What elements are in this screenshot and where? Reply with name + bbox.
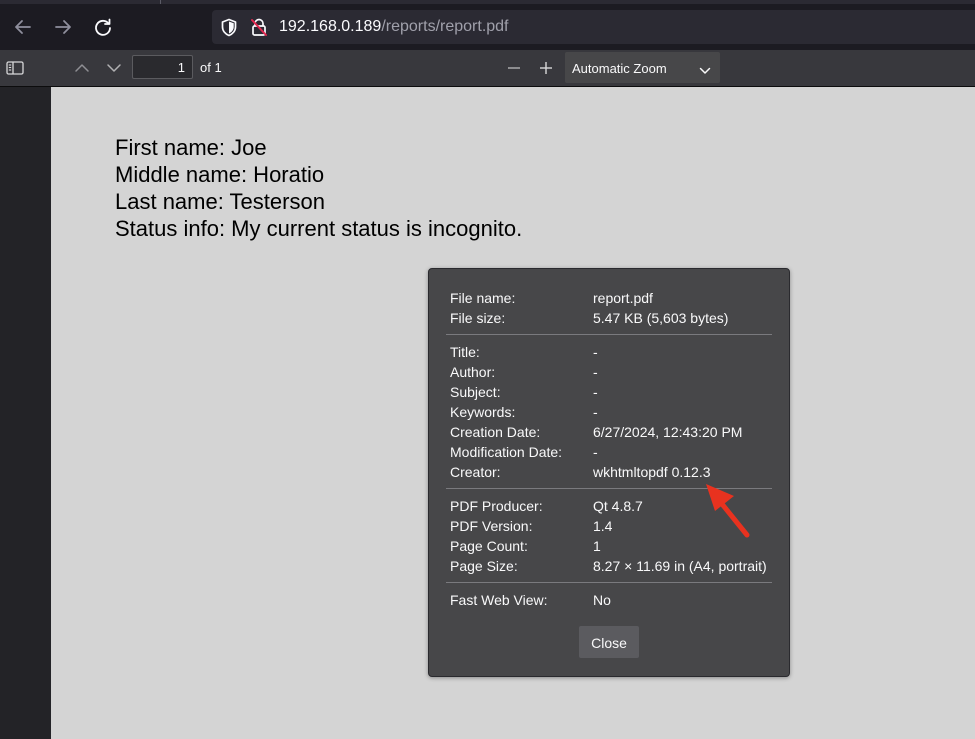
property-label: PDF Producer: <box>450 498 543 514</box>
property-value: 6/27/2024, 12:43:20 PM <box>593 424 743 440</box>
sidebar-toggle-button[interactable] <box>4 58 26 78</box>
property-value: 5.47 KB (5,603 bytes) <box>593 310 729 326</box>
property-label: Keywords: <box>450 404 516 420</box>
document-line: First name: Joe <box>115 135 267 160</box>
page-number-input[interactable]: 1 <box>132 55 193 79</box>
url-text[interactable]: 192.168.0.189/reports/report.pdf <box>279 18 509 36</box>
property-label: Page Size: <box>450 558 518 574</box>
property-label: File name: <box>450 290 516 306</box>
page-count-label: of 1 <box>200 60 222 75</box>
property-value: Qt 4.8.7 <box>593 498 643 514</box>
property-label: File size: <box>450 310 506 326</box>
property-value: report.pdf <box>593 290 653 306</box>
lock-strikethrough-icon[interactable] <box>250 18 268 42</box>
property-value: 1.4 <box>593 518 613 534</box>
document-properties-dialog: File name: report.pdf File size: 5.47 KB… <box>428 268 790 677</box>
chevron-down-icon <box>699 62 711 80</box>
back-button[interactable] <box>10 14 36 40</box>
property-label: Title: <box>450 344 480 360</box>
pdf-toolbar: 1 of 1 Automatic Zoom <box>0 50 975 87</box>
property-value: 1 <box>593 538 601 554</box>
property-label: Author: <box>450 364 496 380</box>
forward-button[interactable] <box>50 14 76 40</box>
zoom-select[interactable]: Automatic Zoom <box>565 52 720 83</box>
shield-icon[interactable] <box>220 18 238 42</box>
property-label: PDF Version: <box>450 518 533 534</box>
browser-toolbar: 192.168.0.189/reports/report.pdf <box>0 0 975 50</box>
plus-icon <box>540 62 552 74</box>
arrow-right-icon <box>55 20 71 34</box>
property-value: wkhtmltopdf 0.12.3 <box>593 464 711 480</box>
property-value: - <box>593 364 598 380</box>
property-label: Subject: <box>450 384 501 400</box>
divider <box>446 582 772 583</box>
red-arrow-icon <box>700 478 756 545</box>
document-line: Middle name: Horatio <box>115 162 325 187</box>
zoom-select-label: Automatic Zoom <box>572 61 667 76</box>
tab-separator <box>160 0 161 4</box>
divider <box>446 334 772 335</box>
chevron-down-icon <box>107 64 121 72</box>
next-page-button[interactable] <box>103 58 125 78</box>
property-label: Creation Date: <box>450 424 541 440</box>
property-value: - <box>593 384 598 400</box>
property-value: No <box>593 592 611 608</box>
reload-icon <box>95 18 111 36</box>
property-label: Creator: <box>450 464 501 480</box>
property-label: Page Count: <box>450 538 528 554</box>
zoom-in-button[interactable] <box>535 58 557 78</box>
property-value: - <box>593 344 598 360</box>
close-button[interactable]: Close <box>579 626 639 658</box>
document-line: Last name: Testerson <box>115 189 325 214</box>
property-label: Fast Web View: <box>450 592 548 608</box>
document-line: Status info: My current status is incogn… <box>115 216 523 241</box>
property-value: - <box>593 404 598 420</box>
property-value: 8.27 × 11.69 in (A4, portrait) <box>593 558 767 574</box>
zoom-out-button[interactable] <box>503 58 525 78</box>
property-value: - <box>593 444 598 460</box>
property-label: Modification Date: <box>450 444 563 460</box>
address-bar[interactable]: 192.168.0.189/reports/report.pdf <box>212 10 975 44</box>
minus-icon <box>508 67 520 69</box>
sidebar-icon <box>6 61 24 75</box>
reload-button[interactable] <box>90 14 116 40</box>
pdf-sidebar <box>0 87 51 739</box>
chevron-up-icon <box>75 64 89 72</box>
previous-page-button[interactable] <box>71 58 93 78</box>
url-host: 192.168.0.189 <box>279 18 382 35</box>
tab-strip-edge <box>0 0 975 4</box>
url-path: /reports/report.pdf <box>381 18 509 35</box>
arrow-left-icon <box>15 20 31 34</box>
